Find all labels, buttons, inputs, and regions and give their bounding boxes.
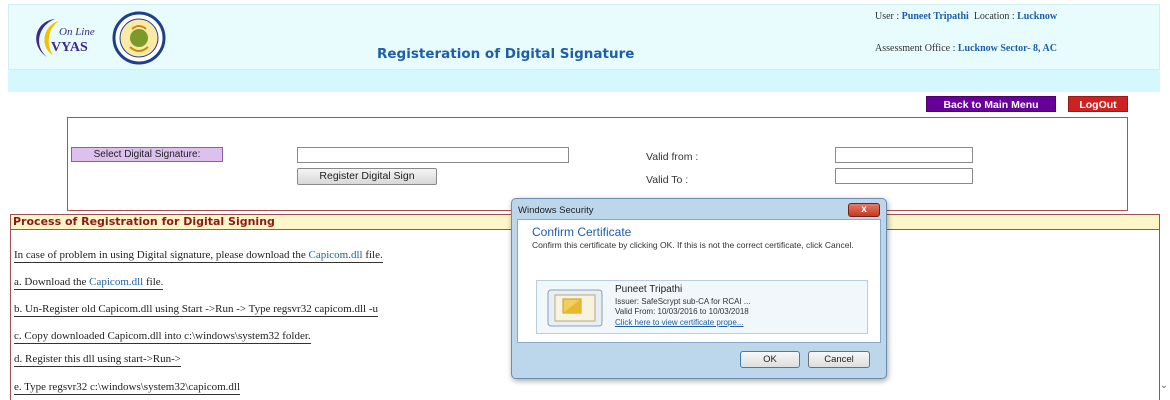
- step-a-text: a. Download the: [14, 276, 90, 288]
- capicom-link[interactable]: Capicom.dll: [89, 276, 143, 288]
- cancel-button[interactable]: Cancel: [808, 351, 870, 368]
- close-icon[interactable]: x: [848, 203, 880, 217]
- dialog-content: Confirm Certificate Confirm this certifi…: [517, 219, 881, 343]
- user-info: User : Puneet Tripathi Location : Luckno…: [875, 11, 1057, 22]
- windows-security-dialog: Windows Security x Confirm Certificate C…: [511, 198, 887, 379]
- valid-from-label: Valid from :: [646, 151, 699, 163]
- emblem-icon: [112, 11, 166, 65]
- certificate-entry[interactable]: Puneet Tripathi Issuer: SafeScrypt sub-C…: [536, 280, 868, 334]
- valid-to-label: Valid To :: [646, 174, 689, 186]
- valid-to-field[interactable]: [835, 168, 973, 184]
- signature-input[interactable]: [297, 147, 569, 163]
- logout-button[interactable]: LogOut: [1068, 96, 1128, 112]
- logo-script: On Line: [59, 26, 95, 38]
- chevron-down-icon[interactable]: ⌄: [1158, 380, 1170, 394]
- office-info: Assessment Office : Lucknow Sector- 8, A…: [875, 43, 1057, 54]
- location-label: Location :: [973, 11, 1015, 22]
- page-title: Registeration of Digital Signature: [377, 46, 635, 62]
- select-digital-signature-button[interactable]: Select Digital Signature:: [71, 147, 223, 162]
- certificate-validity: Valid From: 10/03/2016 to 10/03/2018: [615, 307, 749, 316]
- logo-text: VYAS: [51, 40, 88, 55]
- intro-text-end: file.: [362, 249, 383, 261]
- dialog-window-title: Windows Security: [518, 205, 594, 216]
- step-a: a. Download the Capicom.dll file.: [14, 276, 164, 290]
- step-b: b. Un-Register old Capicom.dll using Sta…: [14, 303, 378, 317]
- step-d: d. Register this dll using start->Run->: [14, 353, 182, 367]
- header-band: [8, 70, 1160, 92]
- ok-button[interactable]: OK: [740, 351, 800, 368]
- back-to-main-menu-button[interactable]: Back to Main Menu: [926, 96, 1056, 112]
- office-value: Lucknow Sector- 8, AC: [957, 43, 1057, 54]
- process-intro: In case of problem in using Digital sign…: [14, 249, 383, 263]
- location-value: Lucknow: [1017, 11, 1058, 22]
- valid-from-field[interactable]: [835, 147, 973, 163]
- step-c: c. Copy downloaded Capicom.dll into c:\w…: [14, 330, 311, 344]
- capicom-download-link[interactable]: Capicom.dll: [308, 249, 362, 261]
- certificate-issuer: Issuer: SafeScrypt sub-CA for RCAI ...: [615, 297, 751, 306]
- certificate-name: Puneet Tripathi: [615, 284, 683, 295]
- dialog-message: Confirm this certificate by clicking OK.…: [532, 240, 854, 250]
- certificate-icon: [547, 289, 603, 327]
- registration-panel: Select Digital Signature: Register Digit…: [67, 117, 1128, 211]
- intro-text: In case of problem in using Digital sign…: [14, 249, 309, 261]
- page-header: On Line VYAS Registeration of Digital Si…: [8, 4, 1160, 70]
- register-digital-sign-button[interactable]: Register Digital Sign: [297, 168, 437, 185]
- office-label: Assessment Office :: [875, 43, 956, 54]
- user-name: Puneet Tripathi: [901, 11, 969, 22]
- user-label: User :: [875, 11, 900, 22]
- dialog-heading: Confirm Certificate: [532, 225, 632, 239]
- vyas-logo-icon: On Line VYAS: [36, 19, 95, 57]
- step-a-text-end: file.: [143, 276, 164, 288]
- step-e: e. Type regsvr32 c:\windows\system32\cap…: [14, 381, 241, 395]
- view-certificate-link[interactable]: Click here to view certificate prope...: [615, 318, 744, 327]
